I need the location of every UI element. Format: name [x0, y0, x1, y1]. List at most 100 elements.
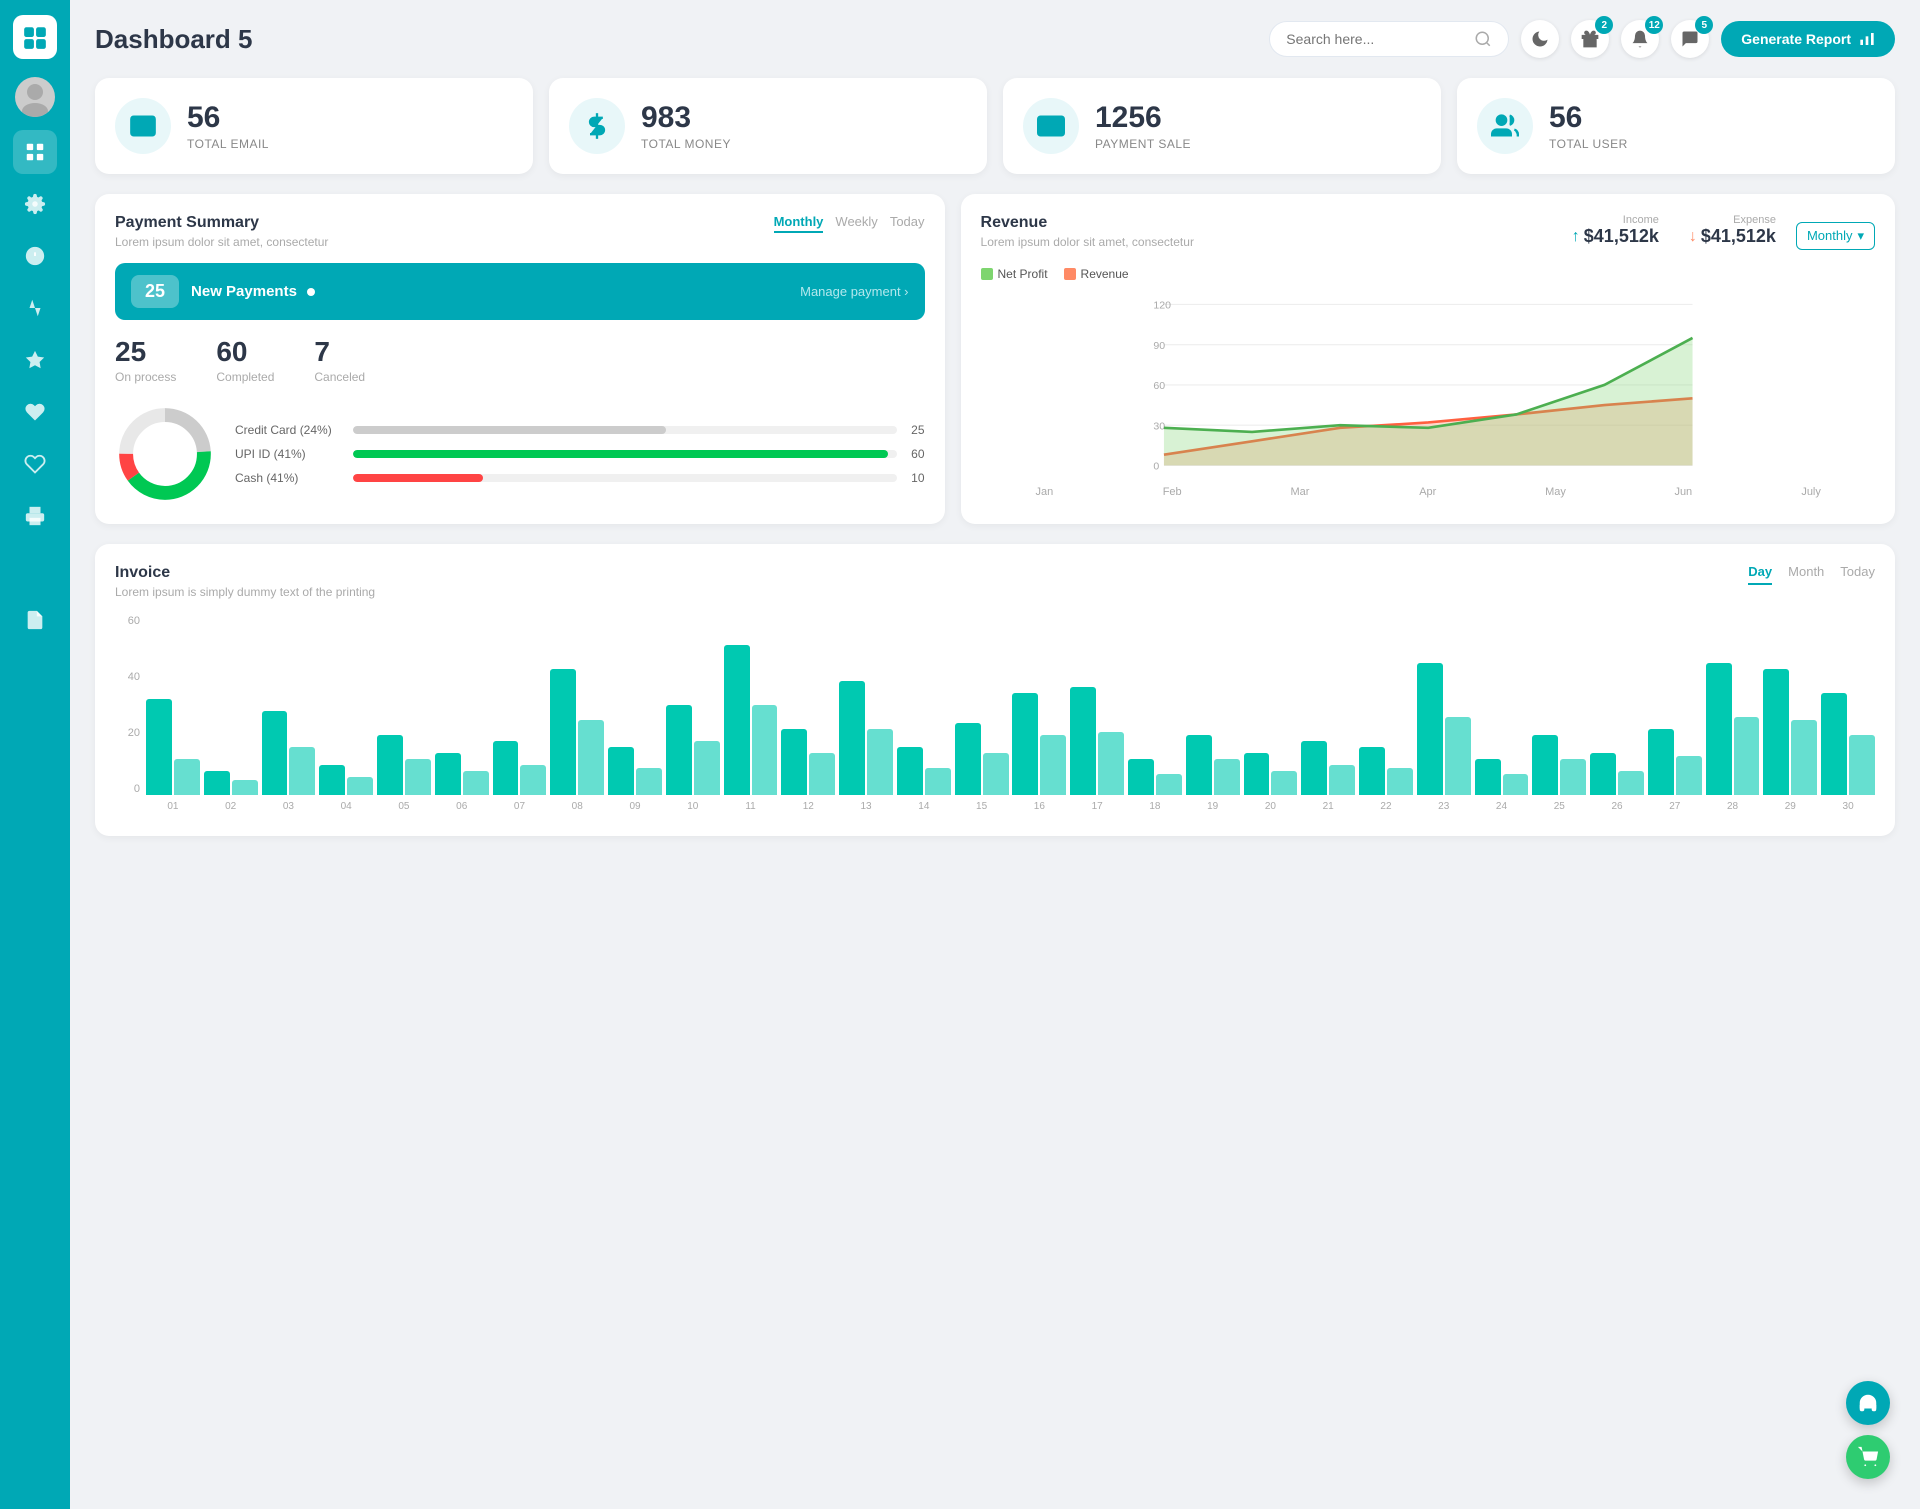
- sidebar-item-info[interactable]: [13, 234, 57, 278]
- invoice-x-label: 02: [204, 801, 258, 812]
- payment-tab-today[interactable]: Today: [890, 214, 925, 233]
- bar-short: [1214, 759, 1240, 795]
- invoice-x-label: 19: [1186, 801, 1240, 812]
- invoice-tab-day[interactable]: Day: [1748, 564, 1772, 585]
- bar-tall: [319, 765, 345, 795]
- sidebar-item-heart[interactable]: [13, 390, 57, 434]
- bar-short: [1156, 774, 1182, 795]
- bar-short: [1618, 771, 1644, 795]
- chat-badge: 5: [1695, 16, 1713, 34]
- stat-label-email: TOTAL EMAIL: [187, 137, 269, 151]
- bar-tall: [1475, 759, 1501, 795]
- stat-icon-payment: [1023, 98, 1079, 154]
- payment-summary-title: Payment Summary: [115, 214, 328, 232]
- bell-icon: [1630, 29, 1650, 49]
- chat-icon: [1680, 29, 1700, 49]
- chat-btn[interactable]: 5: [1671, 20, 1709, 58]
- invoice-x-label: 23: [1417, 801, 1471, 812]
- bar-tall: [435, 753, 461, 795]
- stat-number-payment: 1256: [1095, 101, 1191, 135]
- sidebar-item-star[interactable]: [13, 338, 57, 382]
- bar-short: [1676, 756, 1702, 795]
- bar-short: [1445, 717, 1471, 795]
- new-payments-count: 25: [131, 275, 179, 308]
- stat-icon-user: [1477, 98, 1533, 154]
- invoice-x-label: 12: [781, 801, 835, 812]
- gift-btn[interactable]: 2: [1571, 20, 1609, 58]
- revenue-x-label: Jan: [981, 486, 1109, 498]
- progress-label: UPI ID (41%): [235, 447, 345, 461]
- payment-summary-card: Payment Summary Lorem ipsum dolor sit am…: [95, 194, 945, 524]
- revenue-filter[interactable]: Monthly ▾: [1796, 222, 1875, 250]
- logo: [13, 15, 57, 59]
- revenue-x-label: Feb: [1108, 486, 1236, 498]
- revenue-chart-wrap: 0306090120 JanFebMarAprMayJunJuly: [981, 291, 1875, 491]
- invoice-x-label: 03: [262, 801, 316, 812]
- stat-label-money: TOTAL MONEY: [641, 137, 731, 151]
- invoice-x-label: 30: [1821, 801, 1875, 812]
- sidebar-item-settings[interactable]: [13, 182, 57, 226]
- search-bar[interactable]: [1269, 21, 1509, 57]
- bar-group: [1590, 753, 1644, 795]
- income-icon: ↑: [1572, 228, 1580, 246]
- legend-label: Net Profit: [998, 267, 1048, 281]
- metric-canceled: 7 Canceled: [314, 336, 365, 384]
- manage-payment-link[interactable]: Manage payment ›: [800, 284, 908, 299]
- bar-group: [1301, 741, 1355, 795]
- invoice-chart-wrap: 60 40 20 0: [115, 615, 1875, 812]
- sidebar-item-doc[interactable]: [13, 598, 57, 642]
- generate-report-button[interactable]: Generate Report: [1721, 21, 1895, 57]
- bar-tall: [1763, 669, 1789, 795]
- user-avatar[interactable]: [15, 77, 55, 117]
- invoice-y-labels-wrap: 60 40 20 0: [115, 615, 1875, 812]
- bar-tall: [1532, 735, 1558, 795]
- sidebar-item-dashboard[interactable]: [13, 130, 57, 174]
- bell-btn[interactable]: 12: [1621, 20, 1659, 58]
- legend-color: [1064, 268, 1076, 280]
- invoice-x-label: 21: [1301, 801, 1355, 812]
- invoice-tab-month[interactable]: Month: [1788, 564, 1824, 585]
- revenue-chart-svg: 0306090120: [981, 291, 1875, 476]
- invoice-x-label: 29: [1763, 801, 1817, 812]
- bar-group: [377, 735, 431, 795]
- bar-tall: [146, 699, 172, 795]
- sidebar-item-heart2[interactable]: [13, 442, 57, 486]
- invoice-y-label-20: 20: [115, 727, 140, 739]
- sidebar: [0, 0, 70, 1509]
- invoice-x-label: 07: [493, 801, 547, 812]
- y-label: 60: [1153, 380, 1165, 392]
- bar-tall: [724, 645, 750, 795]
- payment-tab-weekly[interactable]: Weekly: [835, 214, 877, 233]
- bar-group: [1821, 693, 1875, 795]
- bar-group: [1532, 735, 1586, 795]
- revenue-x-label: Apr: [1364, 486, 1492, 498]
- stat-card-user: 56 TOTAL USER: [1457, 78, 1895, 174]
- headphone-icon: [1857, 1392, 1879, 1414]
- search-input[interactable]: [1286, 31, 1466, 47]
- bar-tall: [1128, 759, 1154, 795]
- sidebar-item-chart[interactable]: [13, 286, 57, 330]
- invoice-x-label: 11: [724, 801, 778, 812]
- gift-badge: 2: [1595, 16, 1613, 34]
- stat-number-user: 56: [1549, 101, 1628, 135]
- invoice-tab-today[interactable]: Today: [1840, 564, 1875, 585]
- bar-tall: [1359, 747, 1385, 795]
- income-expense: Income ↑ $41,512k Expense ↓ $41,512k: [1572, 214, 1776, 247]
- cart-fab[interactable]: [1846, 1435, 1890, 1479]
- stat-card-email: 56 TOTAL EMAIL: [95, 78, 533, 174]
- legend-item-revenue: Revenue: [1064, 267, 1129, 281]
- sidebar-item-print[interactable]: [13, 494, 57, 538]
- bar-short: [636, 768, 662, 795]
- sidebar-item-list[interactable]: [13, 546, 57, 590]
- theme-toggle-btn[interactable]: [1521, 20, 1559, 58]
- invoice-x-label: 16: [1012, 801, 1066, 812]
- progress-track: [353, 474, 897, 482]
- invoice-x-label: 10: [666, 801, 720, 812]
- header-actions: 2 12 5 Generate Report: [1269, 20, 1895, 58]
- bar-short: [463, 771, 489, 795]
- progress-label: Cash (41%): [235, 471, 345, 485]
- donut-chart: [115, 404, 215, 504]
- payment-tab-monthly[interactable]: Monthly: [774, 214, 824, 233]
- bar-short: [578, 720, 604, 795]
- support-fab[interactable]: [1846, 1381, 1890, 1425]
